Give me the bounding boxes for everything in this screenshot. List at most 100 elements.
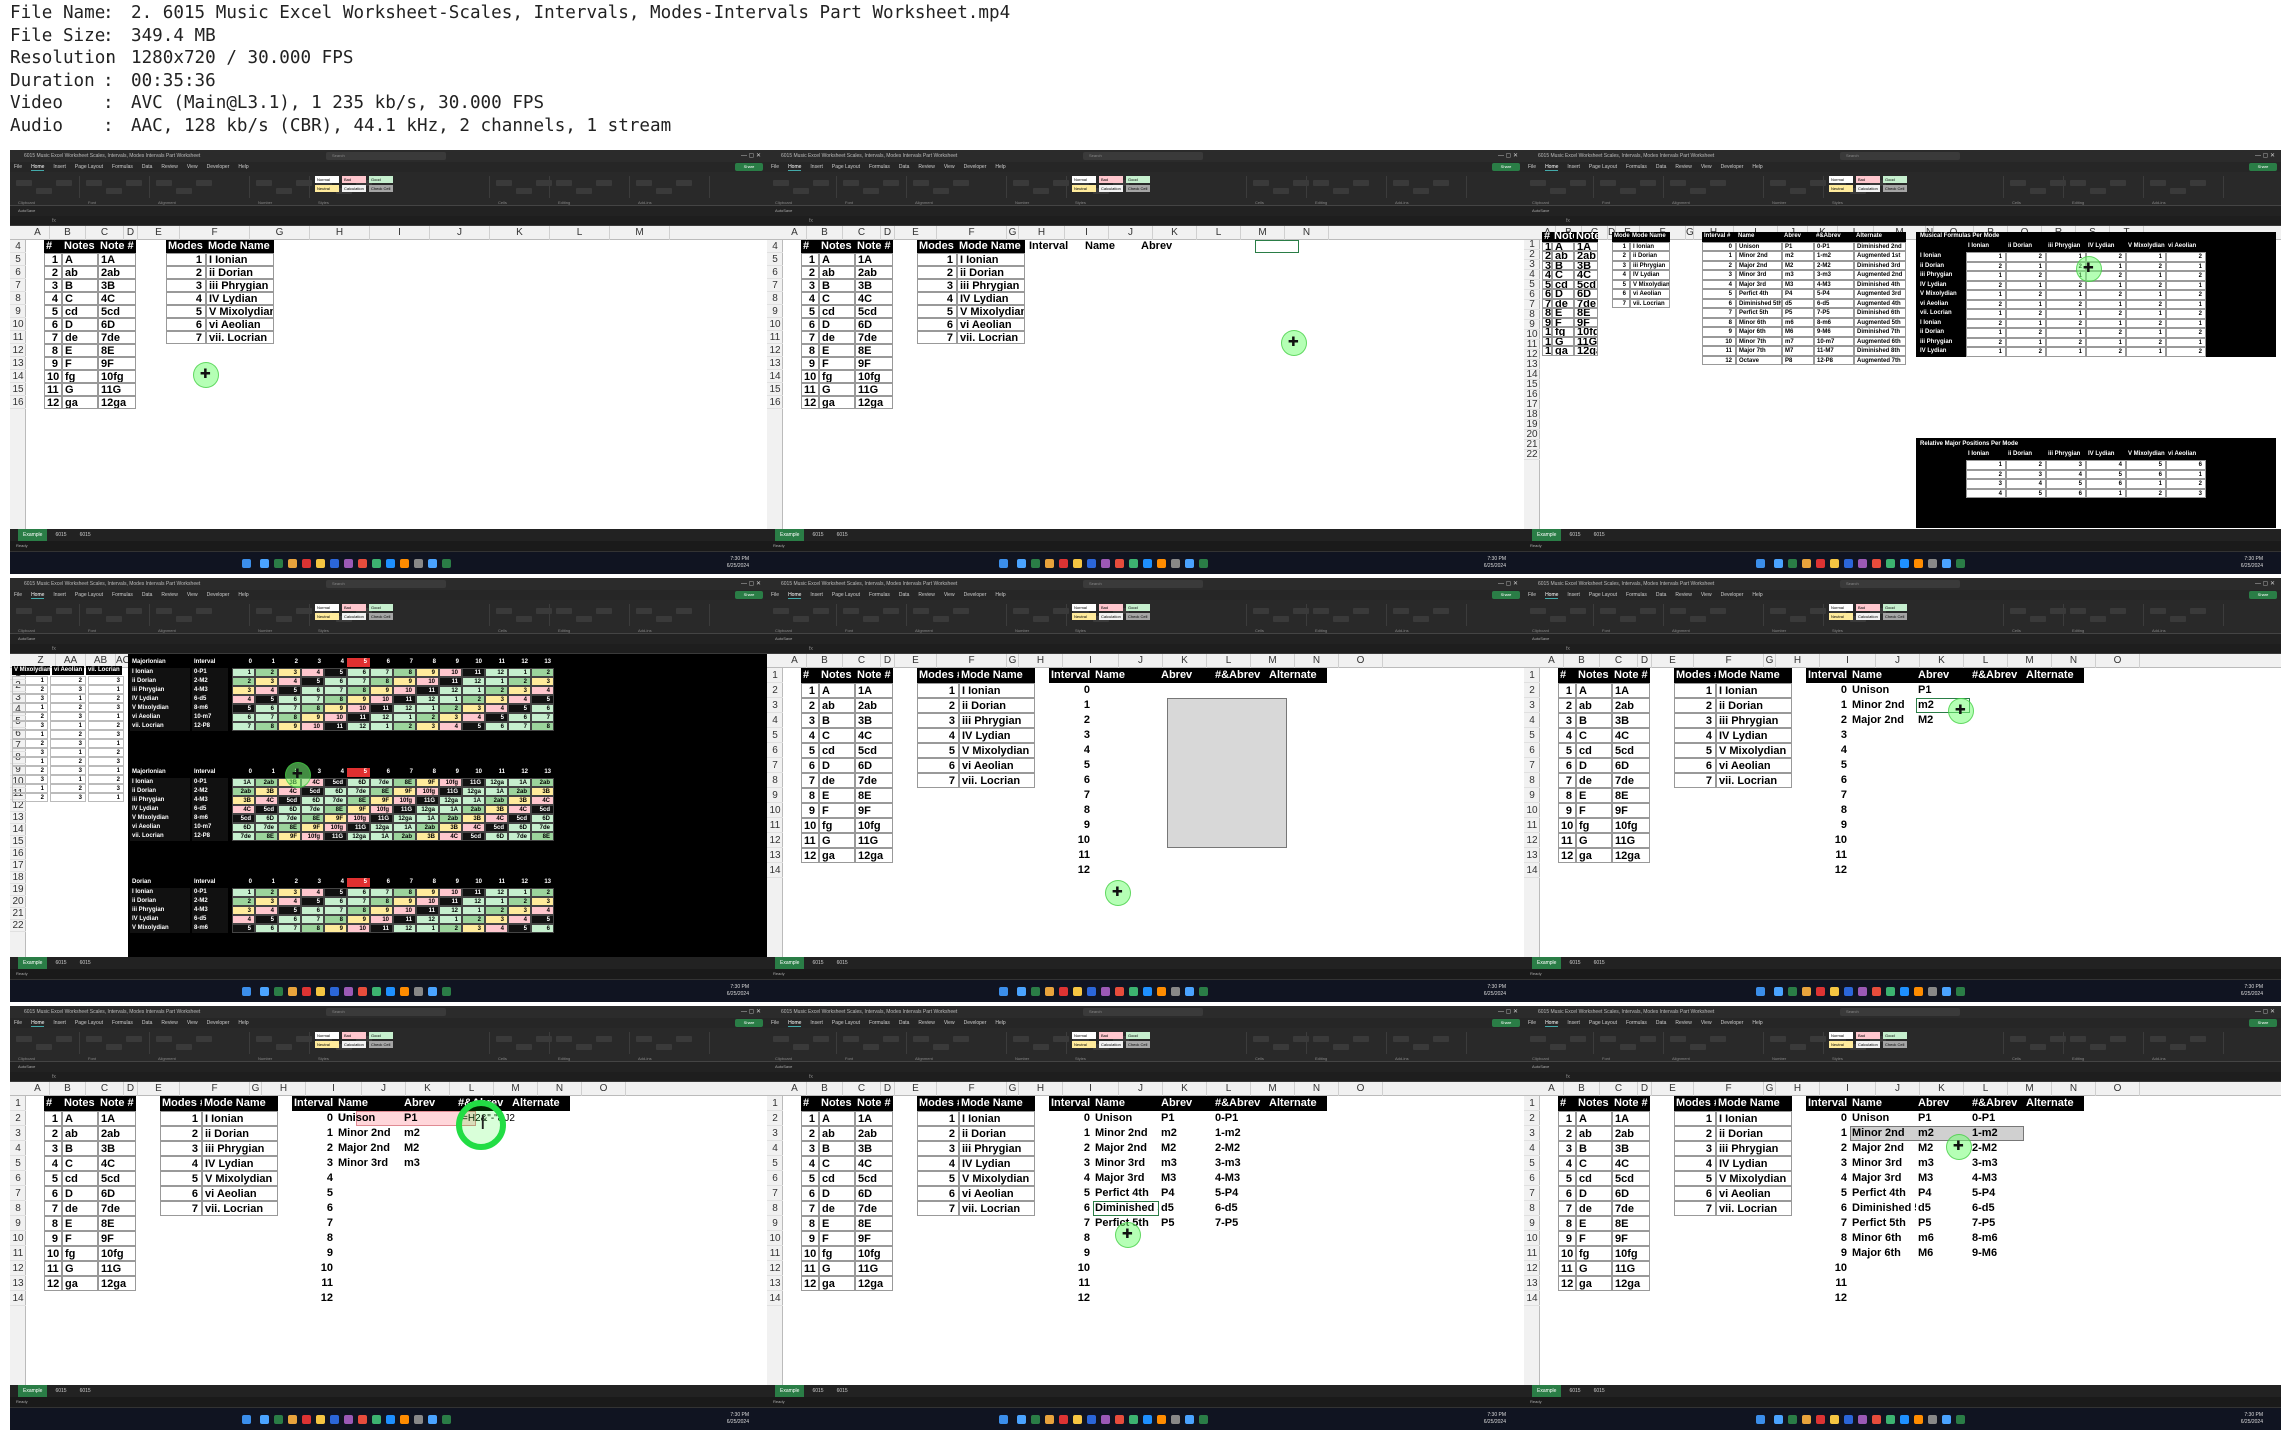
cell[interactable]: Augmented 3rd <box>1854 289 1906 299</box>
cell[interactable]: 3 <box>292 1156 336 1171</box>
cell[interactable]: de <box>1576 773 1612 788</box>
column-header[interactable]: H <box>310 226 370 240</box>
taskbar-app-icon[interactable] <box>1900 987 1909 996</box>
ribbon-button[interactable] <box>636 1036 652 1042</box>
ribbon-button[interactable] <box>106 616 122 622</box>
cell[interactable]: Unison <box>1850 683 1916 698</box>
cell[interactable]: MajorIonian <box>130 768 190 777</box>
cell[interactable]: 11-M7 <box>1814 346 1854 356</box>
cell[interactable]: 9 <box>1049 1246 1093 1261</box>
cell[interactable]: 4 <box>1558 1156 1576 1171</box>
cell[interactable]: I Ionian <box>1966 242 2006 252</box>
cell[interactable]: 7 <box>1049 1216 1093 1231</box>
cell[interactable]: 1A <box>98 253 136 266</box>
cell[interactable]: P4 <box>1916 1186 1970 1201</box>
cell[interactable]: # <box>1542 232 1552 242</box>
ribbon-button[interactable] <box>56 1036 72 1042</box>
cell[interactable]: MajorIonian <box>130 658 190 667</box>
ribbon-button[interactable] <box>1413 1044 1429 1050</box>
sheet-tab[interactable]: 6015 <box>50 1385 71 1397</box>
cell[interactable]: Major 6th <box>1736 327 1782 337</box>
cell[interactable]: 7 <box>1049 788 1093 803</box>
ribbon-button[interactable] <box>596 180 612 186</box>
column-header[interactable]: I <box>1820 1082 1876 1096</box>
cell[interactable]: 10 <box>44 370 62 383</box>
cell[interactable]: 12 <box>1542 346 1552 356</box>
row-header[interactable]: 7 <box>1524 1186 1540 1201</box>
cell[interactable]: 5 <box>1049 1186 1093 1201</box>
cell[interactable]: 4 <box>1558 728 1576 743</box>
row-header[interactable]: 7 <box>767 279 783 292</box>
menu-tab-data[interactable]: Data <box>1656 1020 1667 1026</box>
cell[interactable]: 5 <box>1049 758 1093 773</box>
cell[interactable]: E <box>62 344 98 357</box>
taskbar-app-icon[interactable] <box>1115 987 1124 996</box>
taskbar-app-icon[interactable] <box>400 559 409 568</box>
cell[interactable]: Perfict 4th <box>1736 289 1782 299</box>
cell[interactable]: Unison <box>1736 241 1782 251</box>
cell[interactable]: 7 <box>801 1201 819 1216</box>
cell[interactable]: 2 <box>917 698 959 713</box>
cell[interactable]: I Ionian <box>1716 1111 1792 1126</box>
cell[interactable]: 3 <box>1558 1141 1576 1156</box>
cell[interactable]: 4 <box>1806 743 1850 758</box>
cell[interactable]: 1 <box>917 253 957 266</box>
cell[interactable]: G <box>62 1261 98 1276</box>
search-box[interactable]: Search <box>1083 1008 1203 1016</box>
column-header[interactable]: J <box>1119 1082 1163 1096</box>
cell[interactable]: G <box>1576 1261 1612 1276</box>
ribbon-button[interactable] <box>813 180 829 186</box>
menu-tab-review[interactable]: Review <box>161 1020 177 1026</box>
column-header[interactable]: I <box>306 1082 362 1096</box>
cell[interactable]: IV Lydian <box>2086 450 2126 460</box>
sheet-tab[interactable]: 6015 <box>807 1385 828 1397</box>
cell[interactable]: 8 <box>1702 317 1736 327</box>
column-header[interactable]: N <box>1295 1082 1339 1096</box>
cell[interactable]: 5cd <box>855 1171 893 1186</box>
cell[interactable]: 0-P1 <box>1814 241 1854 251</box>
cell[interactable]: IV Lydian <box>1918 280 1966 290</box>
start-icon[interactable] <box>242 559 251 568</box>
cell[interactable]: 4-M3 <box>192 686 228 695</box>
ribbon-button[interactable] <box>1670 608 1686 614</box>
sheet-tab[interactable]: 6015 <box>807 529 828 541</box>
cell[interactable]: 11G <box>855 1261 893 1276</box>
cell[interactable]: iii Phrygian <box>959 713 1035 728</box>
cell[interactable]: Name <box>1093 1096 1159 1111</box>
cell[interactable]: 12-P8 <box>192 832 228 841</box>
cell[interactable]: ii Dorian <box>130 787 190 796</box>
cell[interactable]: 2 <box>917 266 957 279</box>
cell[interactable]: 4C <box>1574 270 1598 280</box>
cell[interactable]: 8 <box>1806 803 1850 818</box>
column-header[interactable]: A <box>26 226 50 240</box>
cell[interactable]: 7 <box>801 331 819 344</box>
ribbon-button[interactable] <box>636 608 652 614</box>
cell[interactable]: 11 <box>1542 336 1552 346</box>
taskbar-app-icon[interactable] <box>1199 559 1208 568</box>
column-header[interactable]: M <box>1241 226 1285 240</box>
cell[interactable]: M6 <box>1916 1246 1970 1261</box>
cell[interactable]: 10fg <box>855 1246 893 1261</box>
cell[interactable]: 5cd <box>1612 1171 1650 1186</box>
cell[interactable]: 3B <box>1574 260 1598 270</box>
row-header[interactable]: 19 <box>10 884 26 896</box>
ribbon-button[interactable] <box>2090 616 2106 622</box>
cell[interactable]: 6 <box>1702 298 1736 308</box>
cell[interactable]: iii Phrygian <box>2046 242 2086 252</box>
column-header[interactable]: B <box>807 1082 843 1096</box>
row-header[interactable]: 14 <box>10 1291 26 1306</box>
cell[interactable]: Octave <box>1736 355 1782 365</box>
cell[interactable]: 2 <box>1702 260 1736 270</box>
cell[interactable]: 6-d5 <box>1814 298 1854 308</box>
cell[interactable]: ii Dorian <box>959 698 1035 713</box>
menu-tab-review[interactable]: Review <box>1675 592 1691 598</box>
cell[interactable]: 8E <box>855 344 893 357</box>
cell[interactable]: 11 <box>1049 1276 1093 1291</box>
cell[interactable]: 6 <box>1558 758 1576 773</box>
taskbar-app-icon[interactable] <box>260 987 269 996</box>
menu-tab-help[interactable]: Help <box>995 592 1005 598</box>
cell[interactable]: ii Dorian <box>957 266 1025 279</box>
cell[interactable]: I Ionian <box>1716 683 1792 698</box>
style-1[interactable]: Bad <box>342 604 366 611</box>
cell[interactable]: V Mixolydian <box>130 704 190 713</box>
